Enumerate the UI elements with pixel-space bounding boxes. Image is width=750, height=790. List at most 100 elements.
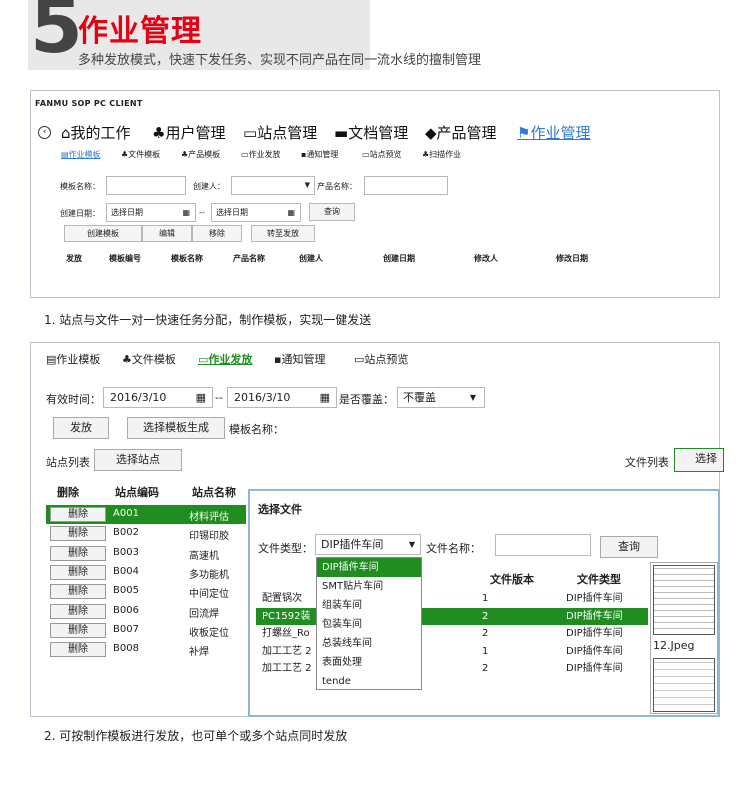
subtab-product-template[interactable]: ♣产品模板 xyxy=(181,149,220,160)
station-code: B004 xyxy=(113,565,139,577)
dialog-title: 选择文件 xyxy=(258,503,302,516)
col-issue: 发放 xyxy=(66,254,82,263)
station-list-label: 站点列表 xyxy=(46,456,90,469)
station-row[interactable]: 删除 B005 中间定位 xyxy=(46,582,246,601)
template-name-input[interactable] xyxy=(106,176,186,195)
section-title: 作业管理 xyxy=(78,14,202,49)
station-name: 回流焊 xyxy=(189,608,219,620)
dropdown-option[interactable]: SMT贴片车间 xyxy=(317,577,421,596)
station-row[interactable]: 删除 B002 印锡印胶 xyxy=(46,524,246,543)
delete-station-button[interactable]: 删除 xyxy=(50,622,106,638)
col-template-name: 模板名称 xyxy=(171,254,203,263)
select-station-button[interactable]: 选择站点 xyxy=(94,449,182,471)
delete-station-button[interactable]: 删除 xyxy=(50,564,106,580)
dropdown-option[interactable]: 组装车间 xyxy=(317,596,421,615)
station-row[interactable]: 删除 B003 高速机 xyxy=(46,544,246,563)
subtab-job-issue[interactable]: ▭作业发放 xyxy=(241,149,281,160)
document-preview-thumbnail: 12.Jpeg xyxy=(650,562,718,714)
file-type: DIP插件车间 xyxy=(566,645,623,657)
menu-job-mgmt[interactable]: ⚑作业管理 xyxy=(517,122,590,143)
delete-station-button[interactable]: 删除 xyxy=(50,584,106,600)
subtab-job-template[interactable]: ▤作业模板 xyxy=(61,149,101,160)
station-name: 补焊 xyxy=(189,647,209,659)
dropdown-option[interactable]: 包装车间 xyxy=(317,615,421,634)
tab-job-issue[interactable]: ▭作业发放 xyxy=(198,351,252,367)
file-name: 配置锅次 xyxy=(262,593,302,604)
goto-issue-button[interactable]: 转至发放 xyxy=(251,225,315,242)
menu-doc-mgmt[interactable]: ▬文档管理 xyxy=(334,122,408,143)
file-row[interactable]: PC1592装 2 DIP插件车间 xyxy=(256,607,648,625)
select-template-button[interactable]: 选择模板生成 xyxy=(127,417,225,439)
station-row[interactable]: 删除 B008 补焊 xyxy=(46,640,246,659)
file-row[interactable]: 加工工艺 2 1 DIP插件车间 xyxy=(256,643,648,661)
station-row[interactable]: 删除 B007 收板定位 xyxy=(46,621,246,640)
dialog-query-button[interactable]: 查询 xyxy=(600,536,658,558)
select-file-dialog: 选择文件 文件类型： DIP插件车间 ▼ 文件名称： 查询 文件版本 文件类型 配… xyxy=(248,489,720,717)
issue-button[interactable]: 发放 xyxy=(53,417,109,439)
overwrite-select[interactable]: 不覆盖 ▼ xyxy=(397,387,485,408)
back-icon[interactable]: ‹ xyxy=(38,126,51,139)
date-from-input[interactable]: 选择日期 ▦ xyxy=(106,203,196,222)
calendar-icon: ▦ xyxy=(195,391,206,404)
file-row[interactable]: 加工工艺 2 2 DIP插件车间 xyxy=(256,660,648,678)
menu-station-mgmt[interactable]: ▭站点管理 xyxy=(243,122,317,143)
date-to-input[interactable]: 2016/3/10 ▦ xyxy=(227,387,337,408)
delete-station-button[interactable]: 删除 xyxy=(50,603,106,619)
col-file-version: 文件版本 xyxy=(490,573,534,586)
subtab-scan-job[interactable]: ♣扫描作业 xyxy=(422,149,461,160)
select-file-button[interactable]: 选择 xyxy=(674,448,724,472)
edit-button[interactable]: 编辑 xyxy=(142,225,192,242)
file-version: 1 xyxy=(482,593,489,604)
file-name: PC1592装 xyxy=(262,610,311,622)
product-name-input[interactable] xyxy=(364,176,448,195)
subtab-file-template[interactable]: ♣文件模板 xyxy=(121,149,160,160)
template-name-label: 模板名称： xyxy=(60,182,100,191)
menu-my-work[interactable]: ⌂我的工作 xyxy=(61,122,131,143)
box-icon: ◆ xyxy=(425,124,437,142)
subtab-station-preview[interactable]: ▭站点预览 xyxy=(362,149,402,160)
remove-button[interactable]: 移除 xyxy=(192,225,242,242)
calendar-icon: ▦ xyxy=(319,391,330,404)
menu-product-mgmt[interactable]: ◆产品管理 xyxy=(425,122,497,143)
menu-user-mgmt[interactable]: ♣用户管理 xyxy=(152,122,225,143)
tab-job-template[interactable]: ▤作业模板 xyxy=(46,351,100,367)
query-button[interactable]: 查询 xyxy=(309,203,355,221)
product-name-label: 产品名称： xyxy=(317,182,357,191)
file-type: DIP插件车间 xyxy=(566,663,623,674)
delete-station-button[interactable]: 删除 xyxy=(50,545,106,561)
date-to-input[interactable]: 选择日期 ▦ xyxy=(211,203,301,222)
file-type-label: 文件类型： xyxy=(258,542,313,555)
subtab-notice[interactable]: ▪通知管理 xyxy=(301,149,338,160)
folder-icon: ▬ xyxy=(334,124,349,142)
effective-time-label: 有效时间： xyxy=(46,393,101,406)
creator-select[interactable]: ▼ xyxy=(231,176,315,195)
file-name-input[interactable] xyxy=(495,534,591,556)
file-version: 2 xyxy=(482,663,489,674)
dropdown-option[interactable]: 总装线车间 xyxy=(317,634,421,653)
file-row[interactable]: 配置锅次 1 DIP插件车间 xyxy=(256,590,648,608)
col-create-date: 创建日期 xyxy=(383,254,415,263)
tab-notice[interactable]: ▪通知管理 xyxy=(274,351,325,367)
station-row[interactable]: 删除 B006 回流焊 xyxy=(46,602,246,621)
dropdown-option[interactable]: 表面处理 xyxy=(317,653,421,672)
col-delete: 删除 xyxy=(57,486,79,499)
tab-station-preview[interactable]: ▭站点预览 xyxy=(354,351,408,367)
create-template-button[interactable]: 创建模板 xyxy=(64,225,142,242)
station-row[interactable]: 删除 A001 材料评估 xyxy=(46,505,246,525)
tab-file-template[interactable]: ♣文件模板 xyxy=(122,351,176,367)
date-separator: -- xyxy=(215,391,223,404)
caption-2: 2. 可按制作模板进行发放，也可单个或多个站点同时发放 xyxy=(44,729,348,743)
delete-station-button[interactable]: 删除 xyxy=(50,526,106,542)
file-type-select[interactable]: DIP插件车间 ▼ xyxy=(315,534,421,555)
delete-station-button[interactable]: 删除 xyxy=(50,642,106,658)
section-number: 5 xyxy=(30,0,83,70)
dropdown-option[interactable]: tende xyxy=(317,672,421,691)
station-code: B005 xyxy=(113,585,139,597)
date-from-input[interactable]: 2016/3/10 ▦ xyxy=(103,387,213,408)
station-row[interactable]: 删除 B004 多功能机 xyxy=(46,563,246,582)
section-subtitle: 多种发放模式，快速下发任务、实现不同产品在同一流水线的擅制管理 xyxy=(78,53,482,68)
delete-station-button[interactable]: 删除 xyxy=(50,507,106,522)
file-row[interactable]: 打螺丝_Ro 2 DIP插件车间 xyxy=(256,625,648,643)
dropdown-option[interactable]: DIP插件车间 xyxy=(317,558,421,577)
file-type-dropdown: DIP插件车间 SMT贴片车间 组装车间 包装车间 总装线车间 表面处理 tende xyxy=(316,557,422,690)
